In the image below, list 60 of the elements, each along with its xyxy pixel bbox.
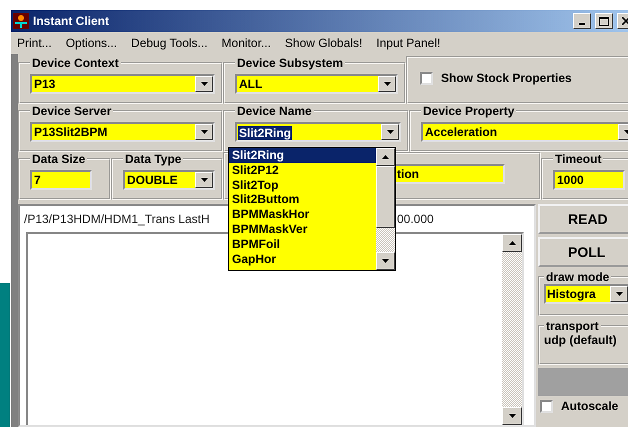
group-label: Device Server (31, 104, 112, 118)
menu-item[interactable]: Options... (66, 36, 118, 50)
dropdown-arrow-icon (200, 178, 208, 182)
device-name-dropdown[interactable]: Slit2Ring (235, 122, 401, 142)
window-title: Instant Client (33, 14, 110, 28)
dropdown-arrow-icon (200, 130, 208, 134)
close-icon (622, 17, 628, 25)
dropdown-arrow-icon (200, 82, 208, 86)
scroll-down-icon (508, 414, 516, 418)
group-label: Data Size (31, 152, 86, 166)
list-option[interactable]: BPMMaskVer (229, 222, 376, 237)
checkbox-label: Autoscale (561, 399, 618, 413)
scroll-up-icon (508, 241, 516, 245)
list-option[interactable]: Slit2Ring (229, 148, 376, 163)
list-option[interactable]: Slit2Top (229, 178, 376, 192)
transport-value: udp (default) (544, 333, 617, 347)
data-type-dropdown[interactable]: DOUBLE (123, 170, 215, 190)
device-server-dropdown[interactable]: P13Slit2BPM (30, 122, 215, 142)
checkbox[interactable] (420, 72, 433, 84)
device-context-dropdown[interactable]: P13 (30, 74, 215, 94)
list-option[interactable]: BPMFoil (229, 236, 376, 252)
maximize-icon (599, 16, 609, 26)
group-label: Device Context (31, 56, 120, 70)
dropdown-arrow-icon (616, 292, 622, 296)
group-label: transport (545, 319, 600, 333)
timeout-field[interactable]: 1000 (553, 170, 625, 190)
app-icon (13, 13, 29, 29)
group-label: Timeout (554, 152, 602, 166)
list-option[interactable]: GapHor (229, 252, 376, 266)
group-label: Data Type (124, 152, 182, 166)
list-option[interactable]: Slit2P12 (229, 162, 376, 178)
menu-item[interactable]: Debug Tools... (131, 36, 208, 50)
menu-item[interactable]: Input Panel! (376, 36, 440, 50)
group-label: draw mode (545, 270, 610, 284)
group-label: Device Name (236, 104, 313, 118)
checkbox-label: Show Stock Properties (441, 71, 572, 85)
device-subsystem-dropdown[interactable]: ALL (235, 74, 398, 94)
scrollbar[interactable] (502, 234, 522, 425)
dropdown-arrow-icon (384, 82, 390, 86)
checkbox[interactable] (540, 400, 553, 412)
scroll-down-icon (382, 259, 389, 263)
scroll-up-icon (382, 155, 389, 159)
data-size-field[interactable]: 7 (30, 170, 92, 190)
list-option[interactable]: Slit2Buttom (229, 192, 376, 208)
draw-mode-dropdown[interactable]: Histogra (544, 284, 628, 304)
list-scrollbar[interactable] (376, 148, 395, 270)
menu-item[interactable]: Print... (17, 36, 52, 50)
dropdown-arrow-icon (386, 130, 394, 134)
menu-item[interactable]: Show Globals! (284, 36, 362, 50)
value-text: 00.000 (397, 212, 435, 226)
maximize-button[interactable] (595, 13, 613, 29)
menu-item[interactable]: Monitor... (222, 36, 271, 50)
minimize-button[interactable] (573, 13, 591, 29)
group-label: Device Property (422, 104, 516, 118)
group-label: Device Subsystem (236, 56, 344, 70)
device-property-dropdown[interactable]: Acceleration (421, 122, 628, 142)
list-option[interactable]: BPMMaskHor (229, 207, 376, 222)
action-button[interactable]: POLL (538, 237, 628, 267)
path-text: /P13/P13HDM/HDM1_Trans LastH (24, 212, 211, 226)
action-button[interactable]: READ (538, 204, 628, 234)
